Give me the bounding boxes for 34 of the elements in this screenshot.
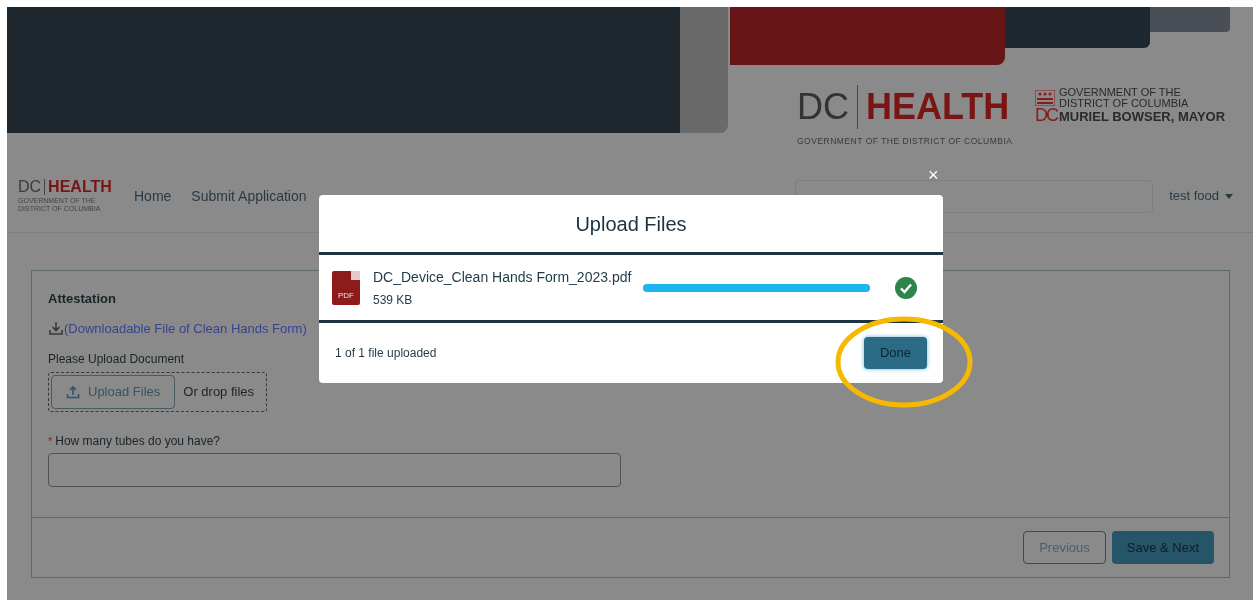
government-text: GOVERNMENT OF THE [1059, 87, 1182, 98]
done-button[interactable]: Done [863, 337, 927, 369]
logo-text: HEALTH [48, 179, 112, 195]
pdf-file-icon: PDF [332, 270, 360, 305]
field-label: Please Upload Document [48, 351, 185, 368]
nav-link[interactable]: Submit Application [191, 185, 307, 207]
logo-text: DC [18, 179, 42, 195]
logo-text: HEALTH [866, 89, 1010, 125]
dialog-title: Upload Files [575, 211, 687, 237]
upload-button[interactable]: Upload Files [51, 375, 176, 409]
input-field[interactable] [48, 453, 621, 487]
upload-icon [66, 385, 80, 399]
drop-zone[interactable]: Upload Files Or drop files [48, 372, 268, 412]
file-name: DC_Device_Clean Hands Form_2023.pdf [373, 267, 633, 287]
file-size: 539 KB [373, 291, 414, 309]
drop-text: Or drop files [183, 383, 255, 402]
nav-link[interactable]: Home [134, 185, 172, 207]
section-title: Attestation [48, 290, 116, 308]
download-icon [48, 320, 64, 337]
upload-status: 1 of 1 file uploaded [335, 345, 437, 362]
save-next-button[interactable]: Save & Next [1111, 531, 1214, 564]
logo-tagline: GOVERNMENT OF THE DISTRICT OF COLUMBIA [797, 135, 1013, 148]
logo-text: DC [797, 89, 849, 125]
seal-mark: DC [1035, 106, 1057, 124]
caret-icon [1225, 193, 1233, 199]
download-link[interactable]: (Downloadable File of Clean Hands Form) [64, 318, 307, 338]
required-mark: * [48, 433, 53, 449]
mayor-text: MURIEL BOWSER, MAYOR [1059, 109, 1226, 124]
government-text: DISTRICT OF COLUMBIA [1059, 98, 1190, 109]
user-menu[interactable]: test food [1169, 186, 1233, 206]
field-label: How many tubes do you have? [55, 433, 221, 450]
close-button[interactable]: × [928, 166, 939, 184]
flag-icon [1035, 90, 1055, 106]
previous-button[interactable]: Previous [1023, 531, 1106, 564]
